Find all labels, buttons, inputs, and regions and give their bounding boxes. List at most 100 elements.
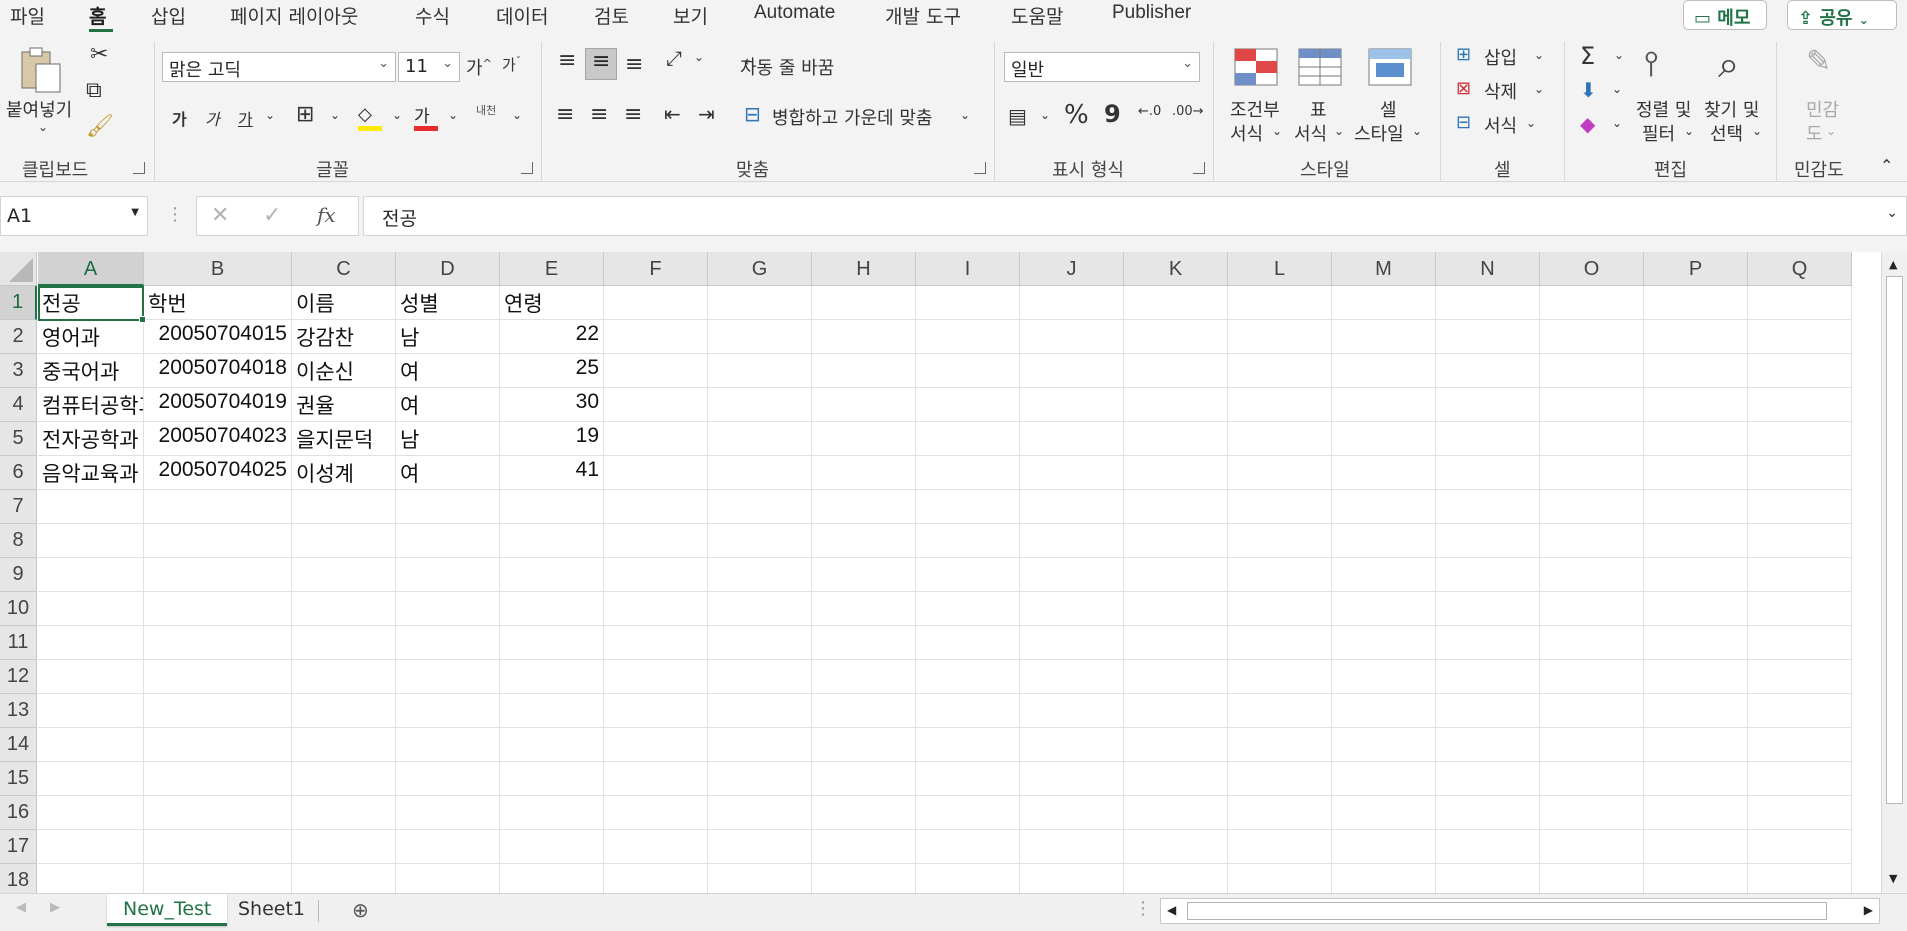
cell-l9[interactable] xyxy=(1228,558,1332,592)
cell-e13[interactable] xyxy=(500,694,604,728)
tab-review[interactable]: 검토 xyxy=(594,2,629,29)
cell-j13[interactable] xyxy=(1020,694,1124,728)
cell-j2[interactable] xyxy=(1020,320,1124,354)
cell-c13[interactable] xyxy=(292,694,396,728)
insert-function-button[interactable]: fx xyxy=(317,203,336,227)
cell-n5[interactable] xyxy=(1436,422,1540,456)
cell-j18[interactable] xyxy=(1020,864,1124,893)
cell-b1[interactable]: 학번 xyxy=(144,286,292,320)
cell-a17[interactable] xyxy=(38,830,144,864)
cell-l13[interactable] xyxy=(1228,694,1332,728)
fill-handle[interactable] xyxy=(139,316,146,323)
row-header-4[interactable]: 4 xyxy=(0,388,37,422)
column-header-j[interactable]: J xyxy=(1020,252,1124,286)
cell-f6[interactable] xyxy=(604,456,708,490)
conditional-format-label-1[interactable]: 조건부 xyxy=(1230,96,1280,122)
cell-l1[interactable] xyxy=(1228,286,1332,320)
cell-o17[interactable] xyxy=(1540,830,1644,864)
cell-h17[interactable] xyxy=(812,830,916,864)
cell-h11[interactable] xyxy=(812,626,916,660)
find-select-label-2[interactable]: 선택 xyxy=(1710,120,1743,146)
cell-i5[interactable] xyxy=(916,422,1020,456)
cell-m5[interactable] xyxy=(1332,422,1436,456)
cell-h2[interactable] xyxy=(812,320,916,354)
cell-a2[interactable]: 영어과 xyxy=(38,320,144,354)
cell-l14[interactable] xyxy=(1228,728,1332,762)
row-header-1[interactable]: 1 xyxy=(0,286,37,320)
cell-j8[interactable] xyxy=(1020,524,1124,558)
cell-g2[interactable] xyxy=(708,320,812,354)
cell-i6[interactable] xyxy=(916,456,1020,490)
cell-b10[interactable] xyxy=(144,592,292,626)
cell-j9[interactable] xyxy=(1020,558,1124,592)
cell-g7[interactable] xyxy=(708,490,812,524)
cell-j7[interactable] xyxy=(1020,490,1124,524)
cell-o2[interactable] xyxy=(1540,320,1644,354)
cell-j15[interactable] xyxy=(1020,762,1124,796)
cell-d1[interactable]: 성별 xyxy=(396,286,500,320)
align-left-icon[interactable]: ≡ xyxy=(556,102,574,127)
cell-styles-icon[interactable] xyxy=(1368,48,1412,86)
cell-a8[interactable] xyxy=(38,524,144,558)
formula-input[interactable]: 전공 ⌄ xyxy=(363,196,1907,236)
decrease-decimal-icon[interactable]: .00→ xyxy=(1172,104,1204,119)
cell-k7[interactable] xyxy=(1124,490,1228,524)
chevron-down-icon[interactable]: ⌄ xyxy=(448,108,458,122)
cell-d10[interactable] xyxy=(396,592,500,626)
cell-d17[interactable] xyxy=(396,830,500,864)
borders-icon[interactable]: ⊞ xyxy=(296,102,314,127)
cell-a12[interactable] xyxy=(38,660,144,694)
cell-h5[interactable] xyxy=(812,422,916,456)
cell-e12[interactable] xyxy=(500,660,604,694)
column-header-b[interactable]: B xyxy=(144,252,292,286)
cell-m2[interactable] xyxy=(1332,320,1436,354)
row-header-12[interactable]: 12 xyxy=(0,660,37,694)
cell-e5[interactable]: 19 xyxy=(500,422,604,456)
cell-e10[interactable] xyxy=(500,592,604,626)
cell-f18[interactable] xyxy=(604,864,708,893)
cell-n10[interactable] xyxy=(1436,592,1540,626)
cell-o4[interactable] xyxy=(1540,388,1644,422)
cell-j12[interactable] xyxy=(1020,660,1124,694)
sheet-tab-new-test[interactable]: New_Test xyxy=(107,894,228,926)
cell-p10[interactable] xyxy=(1644,592,1748,626)
cell-m18[interactable] xyxy=(1332,864,1436,893)
cell-m15[interactable] xyxy=(1332,762,1436,796)
cell-e15[interactable] xyxy=(500,762,604,796)
cell-e17[interactable] xyxy=(500,830,604,864)
cell-b14[interactable] xyxy=(144,728,292,762)
cell-a9[interactable] xyxy=(38,558,144,592)
cell-h12[interactable] xyxy=(812,660,916,694)
cell-f1[interactable] xyxy=(604,286,708,320)
tab-home[interactable]: 홈 xyxy=(89,2,106,29)
row-header-7[interactable]: 7 xyxy=(0,490,37,524)
autosum-button[interactable]: Σ xyxy=(1580,42,1595,70)
chevron-down-icon[interactable]: ⌄ xyxy=(265,108,275,122)
copy-icon[interactable]: ⧉ xyxy=(86,78,102,103)
cell-m10[interactable] xyxy=(1332,592,1436,626)
cell-e11[interactable] xyxy=(500,626,604,660)
cell-j14[interactable] xyxy=(1020,728,1124,762)
chevron-down-icon[interactable]: ⌄ xyxy=(1040,108,1050,122)
cell-p7[interactable] xyxy=(1644,490,1748,524)
cell-b4[interactable]: 20050704019 xyxy=(144,388,292,422)
scroll-left-icon[interactable]: ◀ xyxy=(1167,903,1176,917)
cell-p5[interactable] xyxy=(1644,422,1748,456)
cell-e18[interactable] xyxy=(500,864,604,893)
row-header-13[interactable]: 13 xyxy=(0,694,37,728)
cell-h1[interactable] xyxy=(812,286,916,320)
chevron-down-icon[interactable]: ⌄ xyxy=(1612,116,1622,130)
cell-e16[interactable] xyxy=(500,796,604,830)
cell-n6[interactable] xyxy=(1436,456,1540,490)
chevron-down-icon[interactable]: ⌄ xyxy=(512,108,522,122)
cell-h7[interactable] xyxy=(812,490,916,524)
cell-f5[interactable] xyxy=(604,422,708,456)
cell-b8[interactable] xyxy=(144,524,292,558)
cell-i7[interactable] xyxy=(916,490,1020,524)
italic-button[interactable]: 가 xyxy=(205,106,220,130)
cell-f8[interactable] xyxy=(604,524,708,558)
cell-g18[interactable] xyxy=(708,864,812,893)
cell-f12[interactable] xyxy=(604,660,708,694)
cell-j1[interactable] xyxy=(1020,286,1124,320)
cell-l11[interactable] xyxy=(1228,626,1332,660)
